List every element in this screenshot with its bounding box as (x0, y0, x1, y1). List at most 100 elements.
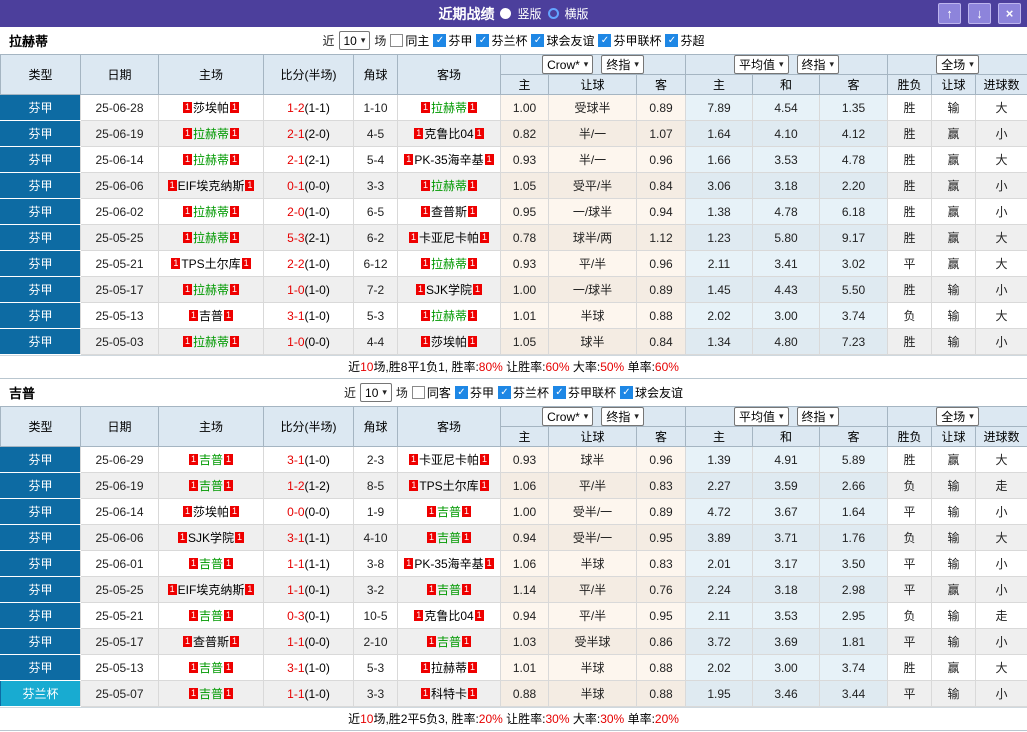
move-up-button[interactable]: ↑ (938, 3, 961, 24)
radio-horizontal-layout[interactable] (547, 8, 559, 19)
final-odds-select[interactable]: 终指 ▾ (601, 55, 644, 74)
summary-segment: 近 (348, 360, 361, 374)
odds-source-select[interactable]: Crow* ▾ (542, 55, 594, 74)
league-filter-label[interactable]: 芬甲 (448, 32, 472, 49)
league-filter[interactable]: ✓ 球会友谊 (619, 384, 683, 401)
checkbox-checked-icon[interactable]: ✓ (454, 386, 468, 399)
league-filter[interactable]: ✓ 芬甲 (433, 32, 472, 49)
away-team: 1 拉赫蒂 1 (397, 172, 501, 199)
league-filter-label[interactable]: 芬甲 (470, 384, 494, 401)
away-team: 1 吉普 1 (397, 576, 501, 603)
avg-home-odds: 1.38 (685, 198, 753, 225)
average-select[interactable]: 平均值 ▾ (733, 55, 789, 74)
odds-source-select[interactable]: Crow* ▾ (542, 407, 594, 426)
checkbox-checked-icon[interactable]: ✓ (433, 34, 447, 47)
away-team: 1 拉赫蒂 1 (397, 654, 501, 681)
handicap-home-odds: 1.03 (500, 628, 549, 655)
checkbox-checked-icon[interactable]: ✓ (665, 34, 679, 47)
checkbox-checked-icon[interactable]: ✓ (476, 34, 490, 47)
team-section: 拉赫蒂 近 10▾ 场 ✓ 同主 ✓ 芬甲 ✓ 芬兰杯 ✓ 球会友谊 ✓ 芬甲联… (0, 27, 1027, 379)
fulltime-value: 全场 (941, 410, 966, 424)
result-goals: 小 (975, 498, 1027, 525)
avg-away-odds: 2.98 (818, 576, 889, 603)
col-header-type: 类型 (0, 54, 81, 95)
result-goals: 小 (975, 172, 1027, 199)
average-select[interactable]: 平均值 ▾ (733, 407, 789, 426)
match-type: 芬甲 (0, 628, 81, 655)
radio-vertical-layout[interactable] (500, 8, 512, 19)
same-venue-filter[interactable]: ✓ 同客 (411, 384, 451, 401)
league-filter-label[interactable]: 芬超 (680, 32, 704, 49)
league-filter[interactable]: ✓ 芬甲联杯 (598, 32, 661, 49)
away-team-name: 拉赫蒂 (430, 309, 467, 323)
league-filter[interactable]: ✓ 芬兰杯 (476, 32, 527, 49)
avg-away-odds: 1.35 (818, 94, 889, 121)
handicap-away-odds: 0.88 (636, 654, 686, 681)
move-down-button[interactable]: ↓ (968, 3, 991, 24)
average-final-select[interactable]: 终指 ▾ (796, 407, 840, 426)
result-goals: 小 (975, 550, 1027, 577)
handicap-away-odds: 0.89 (636, 94, 686, 121)
handicap-line: 平/半 (548, 472, 637, 499)
checkbox-checked-icon[interactable]: ✓ (531, 34, 545, 47)
average-final-select[interactable]: 终指 ▾ (796, 55, 840, 74)
league-filter-label[interactable]: 球会友谊 (546, 32, 594, 49)
league-filter-label[interactable]: 芬兰杯 (513, 384, 549, 401)
corner-score: 4-10 (353, 524, 398, 551)
avg-home-odds: 4.72 (685, 498, 753, 525)
checkbox-checked-icon[interactable]: ✓ (552, 386, 566, 399)
handicap-away-odds: 1.07 (636, 120, 686, 147)
league-filter-label[interactable]: 芬兰杯 (491, 32, 527, 49)
league-filter[interactable]: ✓ 芬甲联杯 (552, 384, 616, 401)
final-odds-select[interactable]: 终指 ▾ (601, 407, 644, 426)
avg-draw-odds: 3.69 (752, 628, 820, 655)
match-date: 25-06-28 (80, 94, 159, 121)
league-filter[interactable]: ✓ 芬兰杯 (497, 384, 549, 401)
avg-home-odds: 1.39 (685, 446, 753, 473)
avg-home-odds: 1.64 (685, 120, 753, 147)
table-row: 芬甲 25-06-01 1 吉普 1 1-1(1-1) 3-8 1 PK-35海辛基 1… (0, 550, 1027, 577)
fulltime-score: 1-1 (287, 582, 305, 597)
league-filter-label[interactable]: 芬甲联杯 (568, 384, 616, 401)
same-venue-filter[interactable]: ✓ 同主 (390, 32, 429, 49)
result-handicap: 输 (931, 472, 977, 499)
checkbox-unchecked-icon[interactable]: ✓ (411, 386, 425, 399)
league-filter-label[interactable]: 球会友谊 (635, 384, 683, 401)
checkbox-checked-icon[interactable]: ✓ (619, 386, 633, 399)
table-row: 芬甲 25-05-03 1 拉赫蒂 1 1-0(0-0) 4-4 1 莎埃帕 1 1.0… (0, 328, 1027, 355)
result-handicap: 输 (931, 94, 977, 121)
handicap-home-odds: 0.93 (500, 446, 549, 473)
result-group-header: 全场 ▾ (887, 54, 1027, 75)
result-goals: 小 (975, 120, 1027, 147)
col-header-corner: 角球 (353, 406, 398, 447)
avg-home-odds: 1.45 (685, 276, 753, 303)
recent-count-select[interactable]: 10 ▾ (360, 383, 392, 402)
checkbox-checked-icon[interactable]: ✓ (497, 386, 511, 399)
fulltime-select[interactable]: 全场 ▾ (936, 55, 979, 74)
radio-vertical-label[interactable]: 竖版 (517, 5, 541, 22)
match-type: 芬兰杯 (0, 680, 81, 707)
result-goals: 小 (975, 276, 1027, 303)
same-venue-label[interactable]: 同客 (427, 384, 451, 401)
red-card-badge: 1 (182, 232, 192, 243)
close-button[interactable]: × (998, 3, 1021, 24)
table-row: 芬甲 25-06-14 1 莎埃帕 1 0-0(0-0) 1-9 1 吉普 1 1.00… (0, 498, 1027, 525)
league-filter-label[interactable]: 芬甲联杯 (613, 32, 661, 49)
same-venue-label[interactable]: 同主 (405, 32, 429, 49)
radio-horizontal-label[interactable]: 横版 (565, 5, 589, 22)
fulltime-select[interactable]: 全场 ▾ (936, 407, 979, 426)
recent-count-select[interactable]: 10 ▾ (338, 31, 371, 50)
corner-score: 3-2 (353, 576, 398, 603)
games-label: 场 (374, 34, 387, 48)
match-score: 2-2(1-0) (263, 250, 354, 277)
league-filter[interactable]: ✓ 芬超 (665, 32, 705, 49)
red-card-badge: 1 (245, 180, 255, 191)
red-card-badge: 1 (468, 102, 478, 113)
league-filter[interactable]: ✓ 球会友谊 (531, 32, 594, 49)
checkbox-unchecked-icon[interactable]: ✓ (390, 34, 404, 47)
checkbox-checked-icon[interactable]: ✓ (598, 34, 612, 47)
col-header-home: 主场 (158, 406, 264, 447)
corner-score: 6-2 (353, 224, 398, 251)
league-filter[interactable]: ✓ 芬甲 (454, 384, 494, 401)
sub-header-handicap: 让球 (548, 74, 637, 95)
